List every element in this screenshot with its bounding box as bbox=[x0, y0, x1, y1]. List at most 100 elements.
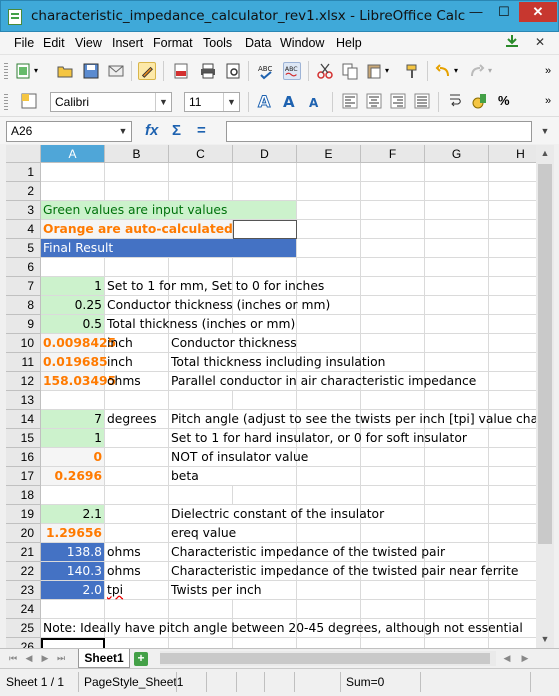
print-icon[interactable] bbox=[199, 62, 217, 80]
cell-d4[interactable] bbox=[233, 220, 297, 239]
sheet-tab-sheet1[interactable]: Sheet1 bbox=[78, 649, 130, 668]
grid-cell[interactable] bbox=[489, 353, 536, 372]
grid-cell[interactable] bbox=[297, 524, 361, 543]
font-size-dropdown-icon[interactable]: ▼ bbox=[223, 93, 239, 111]
grid-cell[interactable] bbox=[169, 638, 233, 648]
cell-b7[interactable]: Set to 1 for mm, Set to 0 for inches bbox=[105, 277, 324, 296]
menu-file[interactable]: File bbox=[14, 36, 34, 50]
grid-cell[interactable] bbox=[489, 429, 536, 448]
cell-a12[interactable]: 158.03495 bbox=[41, 372, 116, 391]
cell-a25[interactable]: Note: Ideally have pitch angle between 2… bbox=[41, 619, 536, 638]
grid-cell[interactable] bbox=[489, 391, 536, 410]
copy-icon[interactable] bbox=[341, 62, 359, 80]
grid-cell[interactable] bbox=[361, 638, 425, 648]
save-icon[interactable] bbox=[82, 62, 100, 80]
email-icon[interactable] bbox=[107, 62, 125, 80]
cell-c20[interactable]: ereq value bbox=[169, 524, 236, 543]
row-header[interactable]: 11 bbox=[6, 353, 41, 372]
grid-cell[interactable] bbox=[105, 448, 169, 467]
cell-b21[interactable]: ohms bbox=[105, 543, 169, 562]
grid-cell[interactable] bbox=[105, 391, 169, 410]
grid-cell[interactable] bbox=[169, 600, 233, 619]
font-name-box[interactable]: Calibri ▼ bbox=[50, 92, 172, 112]
grid-cell[interactable] bbox=[425, 391, 489, 410]
grid-cell[interactable] bbox=[425, 638, 489, 648]
grid-cell[interactable] bbox=[169, 163, 233, 182]
font-size-box[interactable]: 11 ▼ bbox=[184, 92, 240, 112]
grid-cell[interactable] bbox=[425, 258, 489, 277]
align-center-icon[interactable] bbox=[365, 92, 383, 110]
grid-cell[interactable] bbox=[425, 334, 489, 353]
grid-cell[interactable] bbox=[361, 258, 425, 277]
grid-cell[interactable] bbox=[297, 163, 361, 182]
grid-cell[interactable] bbox=[297, 201, 361, 220]
page-style[interactable]: PageStyle_Sheet1 bbox=[84, 675, 183, 689]
grid-cell[interactable] bbox=[297, 220, 361, 239]
cell-a15[interactable]: 1 bbox=[41, 429, 105, 448]
new-dropdown-icon[interactable]: ▾ bbox=[34, 62, 42, 80]
cell-a20[interactable]: 1.29656 bbox=[41, 524, 105, 543]
cell-a17[interactable]: 0.2696 bbox=[41, 467, 105, 486]
paste-icon[interactable] bbox=[365, 62, 383, 80]
currency-icon[interactable] bbox=[471, 92, 489, 110]
row-header[interactable]: 23 bbox=[6, 581, 41, 600]
grow-font-icon[interactable]: A bbox=[281, 92, 299, 110]
cell-c11[interactable]: Total thickness including insulation bbox=[169, 353, 385, 372]
close-button[interactable]: ✕ bbox=[519, 2, 557, 22]
scroll-left-icon[interactable]: ◀ bbox=[500, 651, 514, 665]
grid-cell[interactable] bbox=[361, 182, 425, 201]
toolbar-overflow-icon[interactable]: » bbox=[545, 62, 555, 80]
grid-cell[interactable] bbox=[489, 277, 536, 296]
cell-c12[interactable]: Parallel conductor in air characteristic… bbox=[169, 372, 476, 391]
column-header-d[interactable]: D bbox=[233, 145, 297, 163]
percent-icon[interactable]: % bbox=[498, 92, 516, 110]
menu-edit[interactable]: Edit bbox=[43, 36, 65, 50]
cell-a23[interactable]: 2.0 bbox=[41, 581, 105, 600]
grid-cell[interactable] bbox=[361, 239, 425, 258]
grid-cell[interactable] bbox=[297, 182, 361, 201]
add-sheet-icon[interactable]: + bbox=[134, 652, 148, 666]
grid-cell[interactable] bbox=[361, 201, 425, 220]
scroll-down-icon[interactable]: ▼ bbox=[536, 631, 554, 648]
cell-a21[interactable]: 138.8 bbox=[41, 543, 105, 562]
grid-cell[interactable] bbox=[361, 600, 425, 619]
row-header[interactable]: 7 bbox=[6, 277, 41, 296]
new-document-icon[interactable] bbox=[14, 62, 32, 80]
row-header[interactable]: 20 bbox=[6, 524, 41, 543]
grid-cell[interactable] bbox=[361, 277, 425, 296]
grid-cell[interactable] bbox=[169, 391, 233, 410]
grid-cell[interactable] bbox=[297, 581, 361, 600]
undo-icon[interactable] bbox=[434, 62, 452, 80]
grid-cell[interactable] bbox=[425, 277, 489, 296]
row-header[interactable]: 14 bbox=[6, 410, 41, 429]
name-box[interactable]: A26 ▼ bbox=[6, 121, 132, 142]
vertical-scrollbar[interactable]: ▲ ▼ bbox=[536, 145, 554, 648]
grid-cell[interactable] bbox=[297, 486, 361, 505]
scroll-up-icon[interactable]: ▲ bbox=[536, 145, 554, 162]
grid-cell[interactable] bbox=[233, 258, 297, 277]
wrap-text-icon[interactable] bbox=[446, 92, 464, 110]
column-header-f[interactable]: F bbox=[361, 145, 425, 163]
horizontal-scroll-thumb[interactable] bbox=[160, 653, 490, 664]
grid-cell[interactable] bbox=[169, 486, 233, 505]
open-folder-icon[interactable] bbox=[56, 62, 74, 80]
row-header[interactable]: 22 bbox=[6, 562, 41, 581]
grid-cell[interactable] bbox=[489, 258, 536, 277]
cell-c16[interactable]: NOT of insulator value bbox=[169, 448, 308, 467]
cut-icon[interactable] bbox=[316, 62, 334, 80]
cell-a13[interactable] bbox=[41, 391, 105, 410]
menu-data[interactable]: Data bbox=[245, 36, 271, 50]
cell-c14[interactable]: Pitch angle (adjust to see the twists pe… bbox=[169, 410, 536, 429]
grid-cell[interactable] bbox=[425, 201, 489, 220]
grid-cell[interactable] bbox=[169, 182, 233, 201]
grid-cell[interactable] bbox=[425, 486, 489, 505]
maximize-button[interactable]: ☐ bbox=[491, 2, 517, 22]
cell-c17[interactable]: beta bbox=[169, 467, 233, 486]
cell-b10[interactable]: inch bbox=[105, 334, 169, 353]
cell-a3[interactable]: Green values are input values bbox=[41, 201, 297, 220]
cell-a6[interactable] bbox=[41, 258, 105, 277]
cell-a7[interactable]: 1 bbox=[41, 277, 105, 296]
grid-cell[interactable] bbox=[489, 220, 536, 239]
grid-cell[interactable] bbox=[489, 182, 536, 201]
grid-cell[interactable] bbox=[361, 220, 425, 239]
